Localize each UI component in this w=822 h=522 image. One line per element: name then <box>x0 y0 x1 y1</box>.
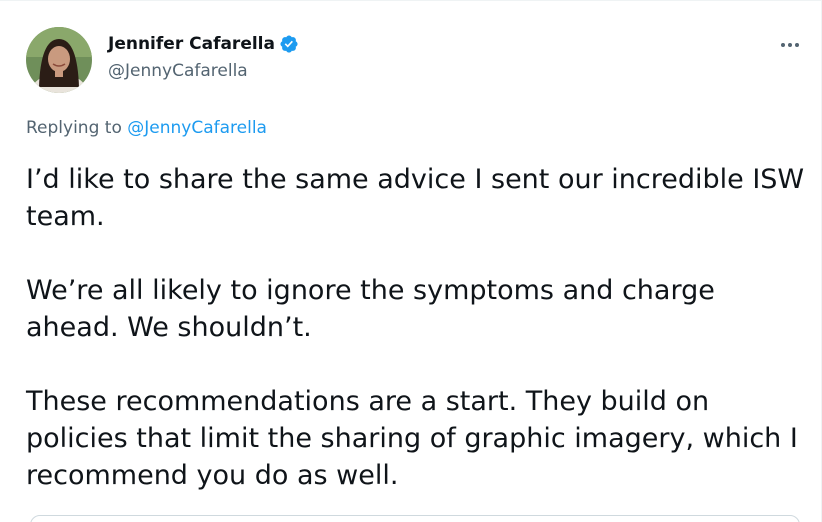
tweet-card: Jennifer Cafarella @JennyCafarella Reply… <box>0 0 822 522</box>
replying-to-line: Replying to @JennyCafarella <box>26 118 267 138</box>
tweet-paragraph: These recommendations are a start. They … <box>26 386 798 491</box>
verified-badge-icon <box>279 34 299 54</box>
author-block: Jennifer Cafarella @JennyCafarella <box>108 33 299 81</box>
replying-prefix: Replying to <box>26 118 128 138</box>
author-avatar[interactable] <box>26 27 92 93</box>
tweet-paragraph: I’d like to share the same advice I sent… <box>26 164 805 232</box>
profile-photo-icon <box>26 27 92 93</box>
tweet-paragraph: We’re all likely to ignore the symptoms … <box>26 275 715 343</box>
author-display-name[interactable]: Jennifer Cafarella <box>108 34 275 54</box>
replying-mention-link[interactable]: @JennyCafarella <box>127 118 267 138</box>
author-handle[interactable]: @JennyCafarella <box>108 61 299 81</box>
more-options-icon <box>781 43 785 47</box>
author-name-row: Jennifer Cafarella <box>108 33 299 55</box>
embedded-card-edge[interactable] <box>30 515 800 522</box>
tweet-text: I’d like to share the same advice I sent… <box>26 161 806 522</box>
more-options-button[interactable] <box>777 35 803 55</box>
